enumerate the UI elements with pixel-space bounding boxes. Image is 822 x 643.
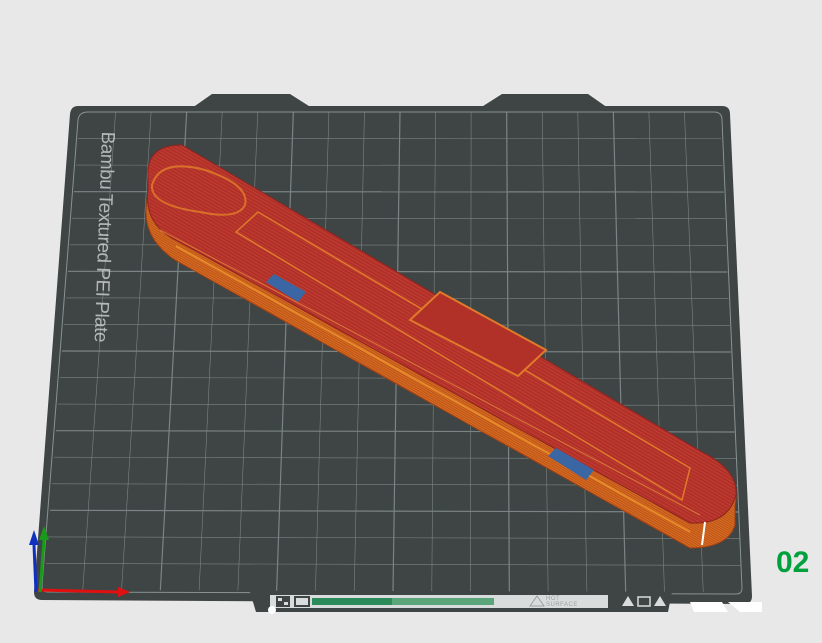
plate-corner-handle-1 [690, 602, 728, 612]
plate-type-icon [294, 596, 310, 607]
hot-surface-line-2: SURFACE [546, 602, 578, 608]
qr-code-icon [276, 596, 290, 607]
plate-number[interactable]: 02 [776, 546, 809, 580]
3d-viewport[interactable] [0, 0, 822, 643]
hot-surface-warning: HOT SURFACE [546, 596, 598, 608]
plate-tab-left [192, 94, 312, 108]
plate-corner-handle-2 [728, 602, 762, 612]
plate-tab-right [480, 94, 608, 108]
